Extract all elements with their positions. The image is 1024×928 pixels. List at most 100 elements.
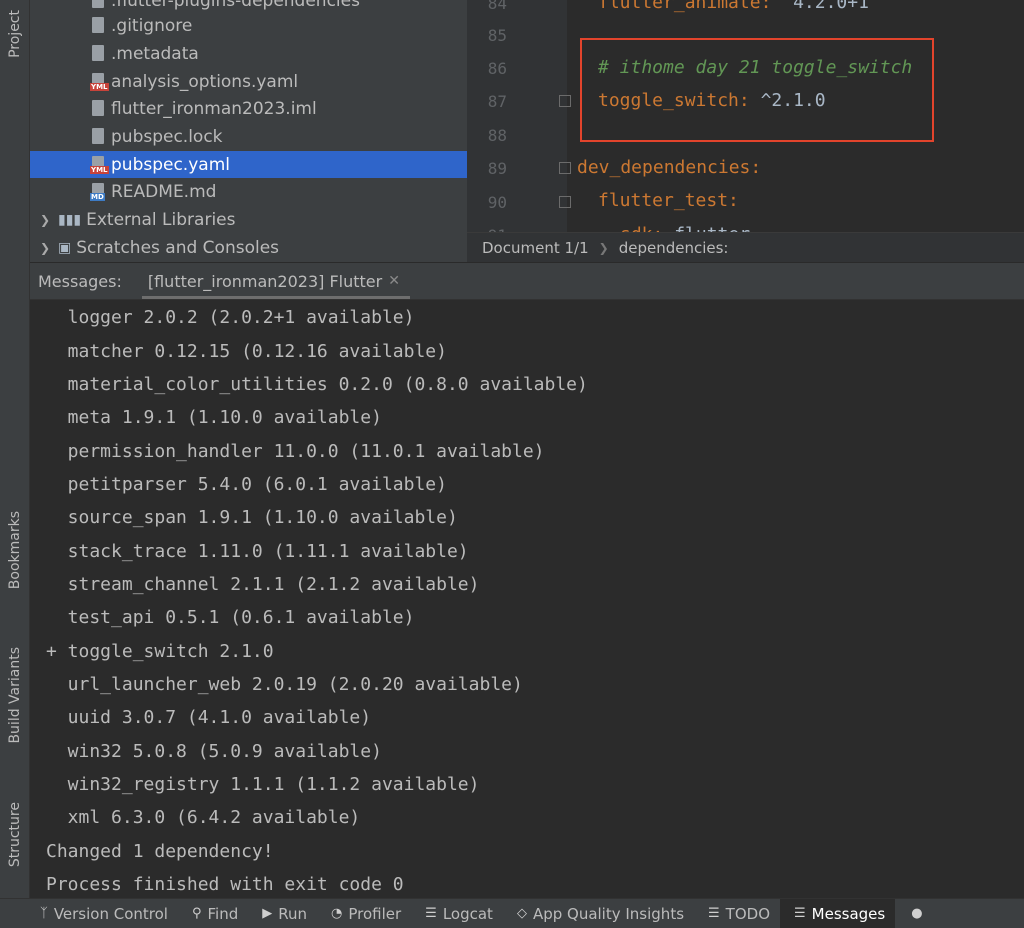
toolbar-label: Version Control bbox=[53, 904, 168, 923]
logcat-button[interactable]: ☰ Logcat bbox=[411, 899, 503, 928]
file-icon bbox=[90, 44, 106, 63]
run-button[interactable]: ▶ Run bbox=[248, 899, 317, 928]
yaml-key: dev_dependencies bbox=[577, 157, 751, 178]
find-button[interactable]: ⚲ Find bbox=[178, 899, 248, 928]
breadcrumb: Document 1/1 ❯ dependencies: bbox=[467, 232, 1024, 263]
line-number: 85 bbox=[487, 26, 507, 45]
output-line: + toggle_switch 2.1.0 bbox=[46, 641, 274, 662]
breadcrumb-section[interactable]: dependencies: bbox=[619, 239, 729, 257]
yaml-file-icon: YML bbox=[90, 72, 109, 91]
fold-marker-icon[interactable] bbox=[559, 162, 571, 174]
toolbar-label: Find bbox=[207, 904, 239, 923]
output-line: Process finished with exit code 0 bbox=[46, 874, 404, 895]
output-line: win32_registry 1.1.1 (1.1.2 available) bbox=[46, 774, 480, 795]
output-line: logger 2.0.2 (2.0.2+1 available) bbox=[46, 307, 415, 328]
tool-tab-project[interactable]: Project bbox=[0, 0, 29, 68]
output-line: test_api 0.5.1 (0.6.1 available) bbox=[46, 607, 415, 628]
yaml-file-icon: YML bbox=[90, 155, 109, 174]
output-line: meta 1.9.1 (1.10.0 available) bbox=[46, 407, 382, 428]
toolbar-label: Messages bbox=[811, 904, 886, 923]
toolbar-label: TODO bbox=[725, 904, 770, 923]
profiler-button[interactable]: ◔ Profiler bbox=[317, 899, 411, 928]
todo-button[interactable]: ☰ TODO bbox=[694, 899, 780, 928]
app-quality-insights-button[interactable]: ◇ App Quality Insights bbox=[503, 899, 694, 928]
output-line: stream_channel 2.1.1 (2.1.2 available) bbox=[46, 574, 480, 595]
branch-icon: ᛉ bbox=[40, 906, 48, 921]
output-line: source_span 1.9.1 (1.10.0 available) bbox=[46, 507, 458, 528]
line-number: 89 bbox=[487, 159, 507, 178]
notifications-button[interactable]: ● bbox=[895, 899, 932, 928]
messages-button[interactable]: ☰ Messages bbox=[780, 899, 896, 928]
output-line: xml 6.3.0 (6.4.2 available) bbox=[46, 807, 361, 828]
code-line: dev_dependencies: bbox=[577, 157, 762, 178]
tool-tab-build-variants[interactable]: Build Variants bbox=[0, 630, 29, 760]
project-tree: .flutter-plugins-dependencies .gitignore… bbox=[30, 0, 467, 262]
line-number: 86 bbox=[487, 59, 507, 78]
messages-output[interactable]: logger 2.0.2 (2.0.2+1 available) matcher… bbox=[30, 300, 1024, 898]
tool-tab-structure[interactable]: Structure bbox=[0, 785, 29, 885]
toolbar-label: App Quality Insights bbox=[532, 904, 685, 923]
tool-tab-label: Build Variants bbox=[6, 646, 23, 744]
diamond-icon: ◇ bbox=[516, 906, 527, 921]
chevron-right-icon[interactable]: ❯ bbox=[38, 213, 52, 227]
toolbar-label: Run bbox=[278, 904, 307, 923]
gauge-icon: ◔ bbox=[331, 906, 343, 921]
close-icon[interactable]: ✕ bbox=[388, 273, 400, 289]
gitignore-file-icon bbox=[90, 16, 106, 35]
chevron-right-icon[interactable]: ❯ bbox=[38, 241, 52, 255]
breadcrumb-document[interactable]: Document 1/1 bbox=[482, 239, 589, 257]
yaml-value: ^4.2.0+1 bbox=[771, 0, 869, 13]
tree-item-label: pubspec.lock bbox=[111, 126, 223, 147]
library-icon: ▮▮▮ bbox=[58, 211, 82, 228]
code-line: flutter_test: bbox=[598, 190, 739, 211]
output-line: matcher 0.12.15 (0.12.16 available) bbox=[46, 341, 447, 362]
output-line: uuid 3.0.7 (4.1.0 available) bbox=[46, 707, 372, 728]
markdown-file-icon: MD bbox=[90, 182, 106, 201]
tree-item-label: flutter_ironman2023.iml bbox=[111, 98, 317, 119]
fold-marker-icon[interactable] bbox=[559, 196, 571, 208]
tool-tab-label: Structure bbox=[6, 802, 23, 868]
tree-item-label: analysis_options.yaml bbox=[111, 71, 299, 92]
tree-item[interactable]: MD README.md bbox=[30, 178, 467, 205]
output-line: petitparser 5.4.0 (6.0.1 available) bbox=[46, 474, 447, 495]
list-icon: ☰ bbox=[708, 906, 720, 921]
output-line: win32 5.0.8 (5.0.9 available) bbox=[46, 741, 382, 762]
version-control-button[interactable]: ᛉ Version Control bbox=[0, 899, 178, 928]
tree-item-external-libraries[interactable]: ❯ ▮▮▮ External Libraries bbox=[30, 206, 467, 233]
line-number: 84 bbox=[487, 0, 507, 13]
tree-item[interactable]: .gitignore bbox=[30, 12, 467, 39]
tree-item[interactable]: YML analysis_options.yaml bbox=[30, 68, 467, 95]
tree-item-selected[interactable]: YML pubspec.yaml bbox=[30, 151, 467, 178]
yaml-value: flutter bbox=[663, 224, 750, 232]
messages-header: Messages: [flutter_ironman2023] Flutter … bbox=[30, 262, 1024, 300]
tree-item[interactable]: .metadata bbox=[30, 40, 467, 67]
toolbar-label: Profiler bbox=[348, 904, 402, 923]
search-icon: ⚲ bbox=[191, 906, 202, 921]
logcat-icon: ☰ bbox=[425, 906, 437, 921]
messages-label: Messages: bbox=[38, 271, 122, 291]
left-tool-strip: Project Bookmarks Build Variants Structu… bbox=[0, 0, 30, 898]
yaml-key: sdk bbox=[620, 224, 653, 232]
tree-item[interactable]: pubspec.lock bbox=[30, 123, 467, 150]
play-icon: ▶ bbox=[262, 906, 273, 921]
output-line: stack_trace 1.11.0 (1.11.1 available) bbox=[46, 541, 469, 562]
tool-tab-label: Project bbox=[6, 10, 23, 58]
tree-item-label: .flutter-plugins-dependencies bbox=[111, 0, 360, 11]
line-number: 87 bbox=[487, 92, 507, 111]
tree-item-scratches[interactable]: ❯ ▣ Scratches and Consoles bbox=[30, 234, 467, 261]
line-number: 88 bbox=[487, 126, 507, 145]
tool-tab-bookmarks[interactable]: Bookmarks bbox=[0, 490, 29, 610]
toolbar-label: Logcat bbox=[442, 904, 493, 923]
file-icon bbox=[90, 127, 106, 146]
fold-marker-icon[interactable] bbox=[559, 95, 571, 107]
output-line: material_color_utilities 0.2.0 (0.8.0 av… bbox=[46, 374, 588, 395]
tree-item-label: .gitignore bbox=[111, 15, 193, 36]
tool-tab-label: Bookmarks bbox=[6, 510, 23, 590]
code-line: sdk: flutter bbox=[620, 224, 750, 232]
tree-item[interactable]: flutter_ironman2023.iml bbox=[30, 95, 467, 122]
tree-item-label: .metadata bbox=[111, 43, 199, 64]
messages-tab-flutter[interactable]: [flutter_ironman2023] Flutter ✕ bbox=[138, 263, 411, 299]
file-icon bbox=[90, 0, 106, 10]
code-editor[interactable]: 84 flutter_animate: ^4.2.0+1 85 86 # ith… bbox=[467, 0, 1024, 232]
scratches-icon: ▣ bbox=[58, 239, 72, 256]
